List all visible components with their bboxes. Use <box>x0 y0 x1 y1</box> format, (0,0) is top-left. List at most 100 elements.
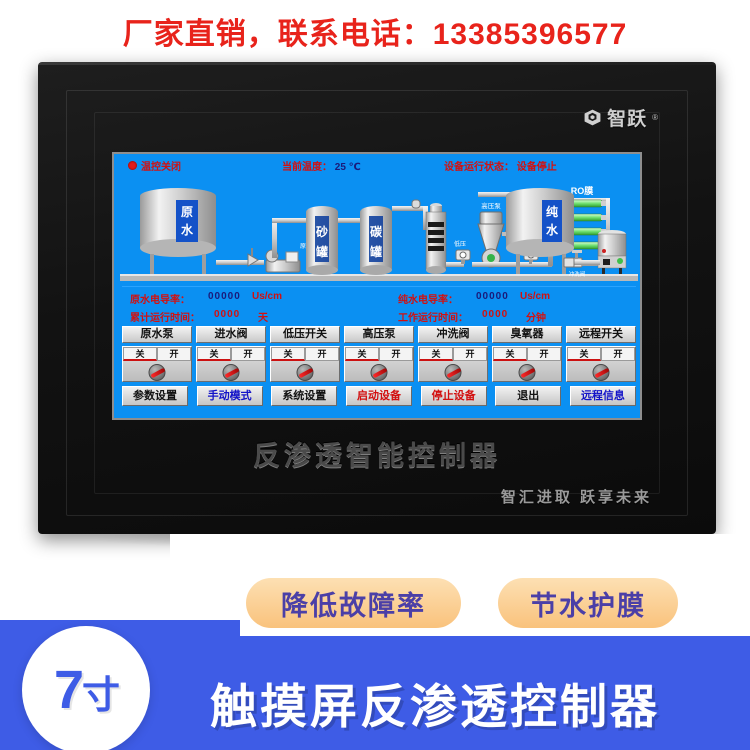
device-switch-tabs: 关开 <box>493 347 561 361</box>
status-dot-icon <box>128 160 137 170</box>
device-switch-off-tab[interactable]: 关 <box>345 347 379 361</box>
device-switch-column: 原水泵关开 <box>122 326 192 382</box>
screen-size-number: 7 <box>53 660 84 720</box>
pure-conductivity-unit: Us/cm <box>520 291 551 302</box>
device-switch-title[interactable]: 冲洗阀 <box>418 326 488 343</box>
device-switch-tabs: 关开 <box>271 347 339 361</box>
runtime-row: 累计运行时间： 0000 天 工作运行时间： 0000 分钟 <box>122 307 636 327</box>
work-runtime-unit: 分钟 <box>526 313 546 324</box>
screen-size-badge-text: 7寸 <box>53 659 120 721</box>
device-switch-off-tab[interactable]: 关 <box>567 347 601 361</box>
device-switch-widget[interactable]: 关开 <box>566 346 636 382</box>
readout-panel: 原水电导率： 00000 Us/cm 纯水电导率： 00000 Us/cm 累计… <box>122 286 636 326</box>
feature-pill-reliability: 降低故障率 <box>246 578 461 628</box>
low-pressure-gauge: 低压 <box>454 240 471 264</box>
device-switch-title[interactable]: 远程开关 <box>566 326 636 343</box>
screen-header: 温控关闭 当前温度： 25 ℃ 设备运行状态： 设备停止 <box>114 154 640 176</box>
menu-button[interactable]: 停止设备 <box>420 386 487 406</box>
device-switch-tabs: 关开 <box>197 347 265 361</box>
menu-button[interactable]: 启动设备 <box>345 386 412 406</box>
device-switch-off-tab[interactable]: 关 <box>197 347 231 361</box>
device-switch-on-tab[interactable]: 开 <box>157 347 191 361</box>
menu-button[interactable]: 参数设置 <box>122 386 188 406</box>
device-switch-widget[interactable]: 关开 <box>344 346 414 382</box>
device-switch-off-tab[interactable]: 关 <box>493 347 527 361</box>
rotary-knob-icon[interactable] <box>518 364 536 381</box>
device-run-state: 设备运行状态： 设备停止 <box>444 158 557 173</box>
device-switch-column: 远程开关关开 <box>566 326 636 382</box>
total-runtime-unit: 天 <box>258 313 268 324</box>
rotary-knob-icon[interactable] <box>592 364 610 381</box>
device-switch-off-tab[interactable]: 关 <box>271 347 305 361</box>
product-title: 触摸屏反渗透控制器 <box>210 680 660 733</box>
current-temperature-value: 25 ℃ <box>334 161 361 173</box>
device-switch-tabs: 关开 <box>345 347 413 361</box>
menu-button[interactable]: 手动模式 <box>196 386 263 406</box>
device-switch-widget[interactable]: 关开 <box>270 346 340 382</box>
device-bezel-title: 反渗透智能控制器 <box>253 441 501 471</box>
cube-logo-icon <box>583 108 602 127</box>
svg-text:原: 原 <box>181 205 193 219</box>
menu-button[interactable]: 系统设置 <box>271 386 338 406</box>
device-switch-title[interactable]: 进水阀 <box>196 326 266 343</box>
menu-button[interactable]: 远程信息 <box>569 386 636 406</box>
device-switch-title[interactable]: 臭氧器 <box>492 326 562 343</box>
rotary-knob-icon[interactable] <box>370 364 388 381</box>
device-switch-off-tab[interactable]: 关 <box>419 347 453 361</box>
svg-text:水: 水 <box>546 222 559 237</box>
current-temperature-label: 当前温度： <box>282 161 332 173</box>
device-switch-column: 冲洗阀关开 <box>418 326 488 382</box>
rotary-knob-icon[interactable] <box>444 364 462 381</box>
svg-text:纯: 纯 <box>546 204 558 219</box>
conductivity-row: 原水电导率： 00000 Us/cm 纯水电导率： 00000 Us/cm <box>122 287 636 307</box>
rotary-knob-icon[interactable] <box>148 364 166 381</box>
svg-text:水: 水 <box>181 222 194 237</box>
work-runtime-value: 0000 <box>482 309 509 320</box>
device-switch-widget[interactable]: 关开 <box>122 346 192 382</box>
device-switch-tabs: 关开 <box>123 347 191 361</box>
device-switch-on-tab[interactable]: 开 <box>601 347 635 361</box>
device-switch-tabs: 关开 <box>419 347 487 361</box>
process-flow-diagram: 原 水 砂 罐 碳 罐 低压 高压泵 RO膜 冲洗阀 纯 水 <box>120 176 638 284</box>
pure-conductivity-label: 纯水电导率： <box>398 295 458 306</box>
promo-banner-text: 厂家直销，联系电话：13385396577 <box>122 18 628 51</box>
device-switch-on-tab[interactable]: 开 <box>231 347 265 361</box>
raw-conductivity-label: 原水电导率： <box>130 295 190 306</box>
device-switch-title[interactable]: 低压开关 <box>270 326 340 343</box>
lcd-screen[interactable]: 温控关闭 当前温度： 25 ℃ 设备运行状态： 设备停止 原 水 砂 罐 碳 罐… <box>112 152 642 420</box>
device-bezel-slogan: 智汇进取 跃享未来 <box>500 489 652 506</box>
svg-text:碳: 碳 <box>370 224 383 239</box>
device-switch-title[interactable]: 原水泵 <box>122 326 192 343</box>
device-switch-column: 臭氧器关开 <box>492 326 562 382</box>
device-switch-column: 低压开关关开 <box>270 326 340 382</box>
work-runtime-label: 工作运行时间： <box>398 313 468 324</box>
device-switch-on-tab[interactable]: 开 <box>379 347 413 361</box>
feature-pill-water-saving-label: 节水护膜 <box>530 590 646 621</box>
feature-pill-reliability-label: 降低故障率 <box>281 590 426 621</box>
rotary-knob-icon[interactable] <box>296 364 314 381</box>
rotary-knob-icon[interactable] <box>222 364 240 381</box>
temp-control-label: 温控关闭 <box>141 161 181 173</box>
device-switch-widget[interactable]: 关开 <box>492 346 562 382</box>
device-run-state-label: 设备运行状态： <box>444 161 514 173</box>
precision-filter <box>425 203 447 274</box>
device-switch-widget[interactable]: 关开 <box>196 346 266 382</box>
promo-banner: 厂家直销，联系电话：13385396577 <box>0 0 750 62</box>
raw-water-tank: 原 水 <box>140 188 216 274</box>
device-switch-column: 进水阀关开 <box>196 326 266 382</box>
carbon-filter-tank: 碳 罐 <box>360 206 392 275</box>
device-switch-off-tab[interactable]: 关 <box>123 347 157 361</box>
ozone-generator <box>597 230 627 274</box>
registered-trademark-icon: ® <box>652 113 658 122</box>
menu-button[interactable]: 退出 <box>495 386 562 406</box>
device-switch-widget[interactable]: 关开 <box>418 346 488 382</box>
feature-pill-water-saving: 节水护膜 <box>498 578 678 628</box>
device-switch-on-tab[interactable]: 开 <box>305 347 339 361</box>
device-switch-on-tab[interactable]: 开 <box>453 347 487 361</box>
svg-text:砂: 砂 <box>315 224 328 239</box>
device-switch-on-tab[interactable]: 开 <box>527 347 561 361</box>
device-switch-grid: 原水泵关开进水阀关开低压开关关开高压泵关开冲洗阀关开臭氧器关开远程开关关开 <box>122 326 636 382</box>
page-root: 厂家直销，联系电话：13385396577 智跃 ® 温控关闭 当前温度： 25… <box>0 0 750 750</box>
device-switch-title[interactable]: 高压泵 <box>344 326 414 343</box>
sand-filter-tank: 砂 罐 <box>306 206 338 275</box>
